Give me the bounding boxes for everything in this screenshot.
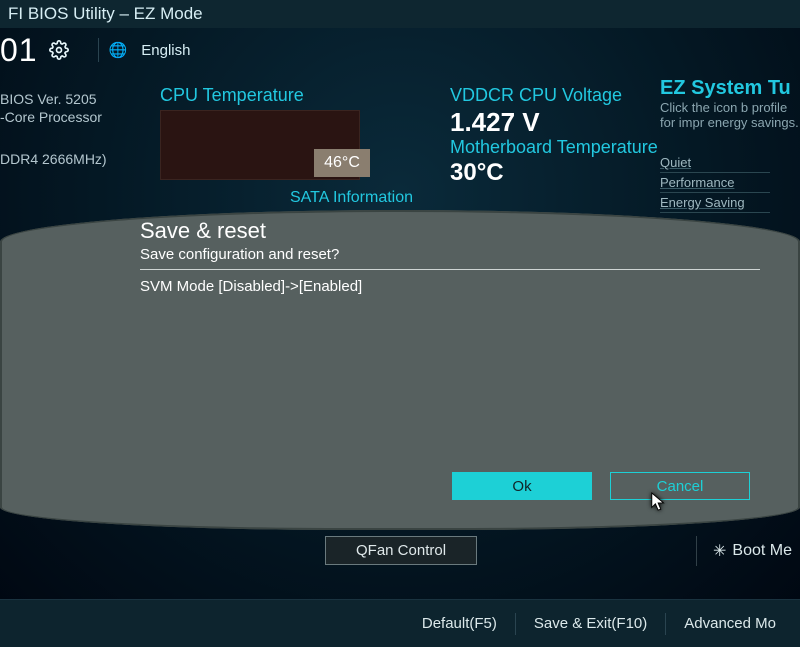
app-title: FI BIOS Utility – EZ Mode bbox=[8, 4, 203, 24]
vddcr-value: 1.427 V bbox=[450, 107, 540, 138]
asterisk-icon: ✳ bbox=[713, 541, 726, 561]
memory-info: DDR4 2666MHz) bbox=[0, 151, 107, 167]
cpu-temp-value: 46°C bbox=[314, 149, 370, 177]
globe-icon: 🌐 bbox=[109, 41, 128, 59]
dialog-change-line: SVM Mode [Disabled]->[Enabled] bbox=[140, 278, 760, 295]
processor-name: -Core Processor bbox=[0, 109, 102, 125]
ez-tuning-desc: Click the icon b profile for impr energy… bbox=[660, 101, 800, 131]
qfan-control-button[interactable]: QFan Control bbox=[325, 536, 477, 565]
ok-button[interactable]: Ok bbox=[452, 472, 592, 500]
language-selector[interactable]: English bbox=[137, 42, 190, 59]
vddcr-label: VDDCR CPU Voltage bbox=[450, 85, 622, 106]
mb-temp-value: 30°C bbox=[450, 159, 504, 187]
dialog-subtitle: Save configuration and reset? bbox=[140, 246, 760, 270]
mb-temp-label: Motherboard Temperature bbox=[450, 137, 658, 158]
ez-tuning-title: EZ System Tu bbox=[660, 77, 791, 100]
footer-bar: Default(F5) Save & Exit(F10) Advanced Mo bbox=[0, 599, 800, 647]
cancel-button[interactable]: Cancel bbox=[610, 472, 750, 500]
advanced-mode-button[interactable]: Advanced Mo bbox=[665, 613, 794, 635]
save-exit-button[interactable]: Save & Exit(F10) bbox=[515, 613, 665, 635]
header-row: 01 🌐 English bbox=[0, 28, 190, 72]
window-title-bar: FI BIOS Utility – EZ Mode bbox=[0, 0, 800, 28]
boot-menu-label: Boot Me bbox=[732, 542, 792, 560]
bios-version: BIOS Ver. 5205 bbox=[0, 91, 97, 107]
gear-icon[interactable] bbox=[48, 39, 70, 61]
ez-profile-energy-saving[interactable]: Energy Saving bbox=[660, 193, 770, 213]
ez-profile-performance[interactable]: Performance bbox=[660, 173, 770, 193]
ez-profile-list: Quiet Performance Energy Saving bbox=[660, 153, 770, 213]
clock-value: 01 bbox=[0, 32, 38, 69]
boot-menu-button[interactable]: ✳ Boot Me bbox=[696, 536, 800, 566]
default-button[interactable]: Default(F5) bbox=[404, 613, 515, 635]
dialog-title: Save & reset bbox=[140, 218, 760, 244]
sata-info-label: SATA Information bbox=[290, 189, 413, 207]
ez-profile-quiet[interactable]: Quiet bbox=[660, 153, 770, 173]
cpu-temp-label: CPU Temperature bbox=[160, 85, 304, 106]
save-reset-dialog: Save & reset Save configuration and rese… bbox=[0, 210, 800, 530]
